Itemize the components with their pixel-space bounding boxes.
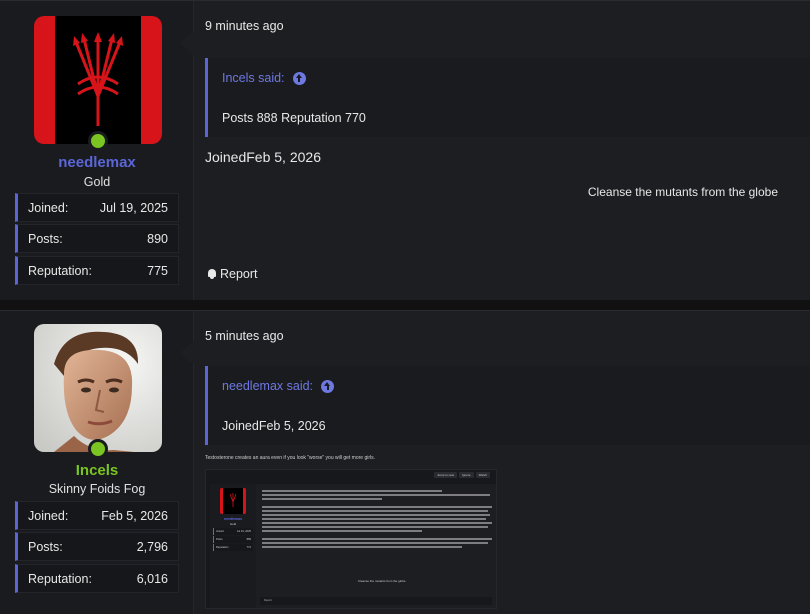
username-link[interactable]: needlemax [0,154,194,171]
stat-posts: Posts: 890 [15,224,179,253]
stat-label: Reputation: [28,263,92,278]
post-timestamp[interactable]: 5 minutes ago [205,329,284,343]
embed-stat-label: Reputation [216,546,229,549]
stat-label: Joined: [28,200,69,215]
embed-text-line [262,518,486,520]
embed-signature: Cleanse the mutants from the globe [358,579,406,583]
report-label: Report [220,267,258,281]
quote-body: Posts 888 Reputation 770 [222,111,366,125]
avatar-flag-image [34,16,162,144]
report-button[interactable]: Report [207,267,258,281]
post-1: needlemax Gold Joined: Jul 19, 2025 Post… [0,0,810,300]
stat-label: Joined: [28,508,69,523]
embed-footer: Report [260,597,492,605]
embed-text-line [262,542,488,544]
quote-block: Incels said: Posts 888 Reputation 770 [205,58,810,137]
embed-stat-label: Joined [216,530,224,533]
stat-reputation: Reputation: 775 [15,256,179,285]
embed-avatar [220,488,246,514]
embed-buttons: Jump to new Ignore Watch [434,472,490,478]
embed-arrows-icon [229,493,237,507]
avatar-portrait-image [34,324,162,452]
quote-author[interactable]: Incels said: [222,71,306,85]
embed-button: Watch [475,472,490,478]
embed-button: Jump to new [434,472,458,478]
stat-label: Posts: [28,539,63,554]
avatar[interactable] [34,324,162,452]
stat-value: 2,796 [136,539,168,554]
embed-text-line [262,530,422,532]
online-indicator [88,131,108,151]
quote-author-label: Incels said: [222,71,285,85]
quote-author[interactable]: needlemax said: [222,379,335,393]
embedded-screenshot[interactable]: Jump to new Ignore Watch needlemax Gold … [205,469,497,609]
embed-text-line [262,510,488,512]
embed-text-line [262,538,492,540]
signature: Cleanse the mutants from the globe [587,185,778,199]
post-2: Incels Skinny Foids Fog Joined: Feb 5, 2… [0,310,810,614]
speech-arrow [180,31,194,55]
avatar[interactable] [34,16,162,144]
user-title: Skinny Foids Fog [48,482,146,496]
post-timestamp[interactable]: 9 minutes ago [205,19,284,33]
embed-stat-value: 889 [246,538,251,541]
stat-value: 6,016 [136,571,168,586]
arrow-up-circle-icon[interactable] [292,71,306,85]
message-content: 5 minutes ago needlemax said: JoinedFeb … [194,311,810,614]
quote-author-label: needlemax said: [222,379,314,393]
quote-body: JoinedFeb 5, 2026 [222,419,326,433]
user-info-panel: Incels Skinny Foids Fog Joined: Feb 5, 2… [0,311,194,614]
embed-stat: Posts 889 [213,536,253,543]
embed-text-line [262,494,490,496]
embed-text-line [262,522,492,524]
embed-text-line [262,526,488,528]
user-info-panel: needlemax Gold Joined: Jul 19, 2025 Post… [0,1,194,300]
stat-value: 775 [147,263,168,278]
arrow-up-circle-icon[interactable] [321,379,335,393]
embed-text-line [262,546,462,548]
stat-value: Feb 5, 2026 [101,508,168,523]
embed-text-line [262,514,490,516]
stat-joined: Joined: Jul 19, 2025 [15,193,179,222]
embed-user-title: Gold [229,522,237,526]
embed-stat: Reputation 772 [213,544,253,551]
embed-button: Ignore [459,472,474,478]
message-content: 9 minutes ago Incels said: Posts 888 Rep… [194,1,810,300]
stat-reputation: Reputation: 6,016 [15,564,179,593]
embed-text-line [262,490,442,492]
embed-text-line [262,506,492,508]
embed-post-card: needlemax Gold Joined Jul 19, 2025 Posts… [210,484,496,608]
stat-label: Posts: [28,231,63,246]
embed-username: needlemax [223,517,243,521]
bell-icon [207,268,217,280]
stat-posts: Posts: 2,796 [15,532,179,561]
online-indicator [88,439,108,459]
quote-block: needlemax said: JoinedFeb 5, 2026 [205,366,810,445]
speech-arrow [180,341,194,365]
embed-stat-value: Jul 19, 2025 [236,530,251,533]
embed-stat: Joined Jul 19, 2025 [213,528,253,535]
stat-value: Jul 19, 2025 [99,200,168,215]
stat-joined: Joined: Feb 5, 2026 [15,501,179,530]
username-link[interactable]: Incels [0,462,194,479]
post-text: Testosterone creates an aura even if you… [205,455,376,461]
embed-text-line [262,498,382,500]
stat-label: Reputation: [28,571,92,586]
embed-stat-value: 772 [246,546,251,549]
embed-stat-label: Posts [216,538,223,541]
post-text: JoinedFeb 5, 2026 [205,149,321,165]
embed-user-panel: needlemax Gold Joined Jul 19, 2025 Posts… [210,484,256,608]
stat-value: 890 [147,231,168,246]
user-title: Gold [83,175,111,189]
